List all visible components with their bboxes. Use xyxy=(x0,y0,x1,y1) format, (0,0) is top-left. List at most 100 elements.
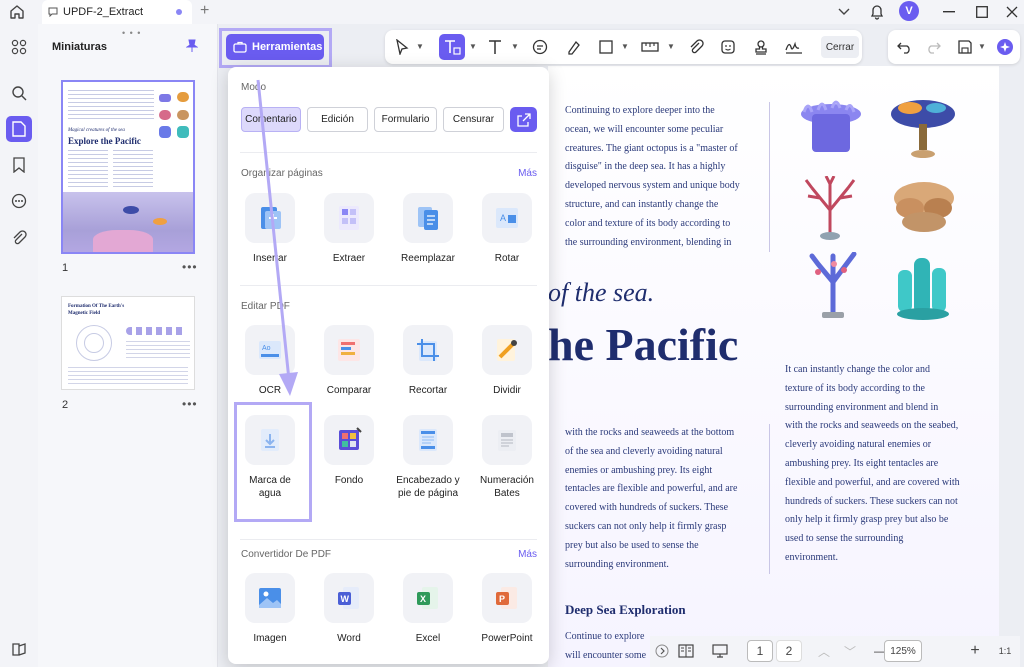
tool-background[interactable]: Fondo xyxy=(313,415,385,487)
presentation-icon[interactable] xyxy=(710,640,730,662)
search-icon[interactable] xyxy=(6,80,32,106)
reading-mode-icon[interactable] xyxy=(676,640,696,662)
comments-icon[interactable] xyxy=(6,188,32,214)
tool-convert-powerpoint[interactable]: P PowerPoint xyxy=(471,573,543,645)
page-thumbnail-2[interactable]: Formation Of The Earth's Magnetic Field xyxy=(61,296,195,390)
chevron-down-icon[interactable]: ▼ xyxy=(416,42,424,51)
watermark-icon xyxy=(245,415,295,465)
tool-extract[interactable]: Extraer xyxy=(313,193,385,265)
pdf-text-line: enemies or ambushing prey. Its eight xyxy=(565,464,713,476)
home-icon[interactable] xyxy=(8,3,26,21)
select-cursor-icon[interactable] xyxy=(393,38,411,56)
new-tab-button[interactable]: + xyxy=(200,2,209,20)
tool-rotate[interactable]: A Rotar xyxy=(471,193,543,265)
tool-split-label: Dividir xyxy=(493,385,521,396)
comment-bubble-icon[interactable] xyxy=(531,38,549,56)
chevron-up-icon[interactable]: ︿ xyxy=(816,640,832,662)
page-2-more-icon[interactable]: ••• xyxy=(182,397,198,411)
replace-page-icon xyxy=(403,193,453,243)
page-1-more-icon[interactable]: ••• xyxy=(182,260,198,274)
minimize-icon[interactable] xyxy=(940,3,958,21)
tool-convert-word[interactable]: W Word xyxy=(313,573,385,645)
tool-convert-image-label: Imagen xyxy=(253,633,287,644)
sticker-icon[interactable] xyxy=(719,38,737,56)
maximize-icon[interactable] xyxy=(973,3,991,21)
layers-icon[interactable] xyxy=(6,636,32,662)
pin-icon[interactable] xyxy=(185,39,199,53)
pdf-text-line: cleverly avoiding natural enemies or xyxy=(785,439,932,451)
thumb2-dots-row xyxy=(126,327,186,335)
text-box-tool-icon[interactable] xyxy=(443,38,461,56)
unsaved-dot xyxy=(176,9,182,15)
tool-header-footer[interactable]: Encabezado y pie de página xyxy=(392,415,464,500)
rectangle-shape-icon[interactable] xyxy=(597,38,615,56)
apps-grid-icon[interactable] xyxy=(6,34,32,60)
tool-compare[interactable]: Comparar xyxy=(313,325,385,397)
tool-split[interactable]: Dividir xyxy=(471,325,543,397)
tool-ocr[interactable]: Ao OCR xyxy=(234,325,306,397)
mode-form-button[interactable]: Formulario xyxy=(374,107,437,132)
thumb2-text xyxy=(68,367,188,387)
close-tools-button[interactable]: Cerrar xyxy=(821,36,859,58)
svg-text:W: W xyxy=(341,594,350,604)
attachment-icon[interactable] xyxy=(6,225,32,251)
pdf-text-line: structure, and can instantly change the xyxy=(565,198,719,210)
tools-button-label: Herramientas xyxy=(252,41,323,53)
drag-handle[interactable]: • • • xyxy=(122,28,141,38)
stamp-icon[interactable] xyxy=(752,38,770,56)
tool-extract-label: Extraer xyxy=(332,253,366,264)
insert-page-icon xyxy=(245,193,295,243)
page-thumbnail-1[interactable]: Magical creatures of the sea Explore the… xyxy=(61,80,195,254)
mode-comment-button[interactable]: Comentario xyxy=(241,107,301,132)
attachment-icon[interactable] xyxy=(687,38,705,56)
tool-convert-excel[interactable]: X Excel xyxy=(392,573,464,645)
mode-redact-button[interactable]: Censurar xyxy=(443,107,504,132)
signature-icon[interactable] xyxy=(785,38,803,56)
bookmark-icon[interactable] xyxy=(6,152,32,178)
organize-more-link[interactable]: Más xyxy=(518,168,537,179)
chevron-down-icon[interactable]: ▼ xyxy=(667,42,675,51)
tool-bates[interactable]: Numeración Bates xyxy=(471,415,543,500)
chevron-down-icon[interactable] xyxy=(836,3,852,21)
thumb1-coral-grid xyxy=(157,90,193,140)
chevron-down-icon[interactable]: ▼ xyxy=(978,42,986,51)
highlighter-icon[interactable] xyxy=(565,38,583,56)
tools-button[interactable]: Herramientas xyxy=(226,34,324,60)
bell-icon[interactable] xyxy=(868,3,886,21)
actual-size-icon[interactable]: 1:1 xyxy=(996,640,1014,662)
ai-assistant-icon[interactable] xyxy=(996,38,1014,56)
tool-insert[interactable]: Insertar xyxy=(234,193,306,265)
tool-watermark[interactable]: Marca de agua xyxy=(234,415,306,500)
pdf-text-line: prey but also be used to sense the xyxy=(565,539,699,551)
text-tool-icon[interactable] xyxy=(486,38,504,56)
toolbox-icon xyxy=(233,41,247,53)
tool-crop[interactable]: Recortar xyxy=(392,325,464,397)
redo-icon[interactable] xyxy=(924,38,942,56)
zoom-level[interactable]: 125% xyxy=(884,640,922,662)
tool-convert-image[interactable]: Imagen xyxy=(234,573,306,645)
converter-more-link[interactable]: Más xyxy=(518,549,537,560)
document-tab[interactable]: UPDF-2_Extract xyxy=(42,0,192,24)
background-icon xyxy=(324,415,374,465)
zoom-in-icon[interactable]: + xyxy=(967,640,983,662)
mode-edit-button[interactable]: Edición xyxy=(307,107,368,132)
chevron-down-icon[interactable]: ﹀ xyxy=(842,640,858,662)
undo-icon[interactable] xyxy=(896,38,914,56)
pdf-text-line: ocean, we will encounter some peculiar xyxy=(565,123,724,135)
close-icon[interactable] xyxy=(1003,3,1021,21)
pages-icon[interactable] xyxy=(6,116,32,142)
save-icon[interactable] xyxy=(956,38,974,56)
column-divider xyxy=(769,424,770,574)
chevron-down-icon[interactable]: ▼ xyxy=(621,42,629,51)
page-2-button[interactable]: 2 xyxy=(776,640,802,662)
avatar[interactable]: V xyxy=(899,1,919,21)
tool-replace[interactable]: Reemplazar xyxy=(392,193,464,265)
comment-icon xyxy=(48,7,58,17)
measure-icon[interactable] xyxy=(641,38,659,56)
open-external-icon[interactable] xyxy=(510,107,537,132)
chevron-right-icon[interactable] xyxy=(654,640,670,662)
chevron-down-icon[interactable]: ▼ xyxy=(511,42,519,51)
pdf-text-line: used to sense the surrounding xyxy=(785,533,904,545)
page-1-button[interactable]: 1 xyxy=(747,640,773,662)
chevron-down-icon[interactable]: ▼ xyxy=(469,42,477,51)
